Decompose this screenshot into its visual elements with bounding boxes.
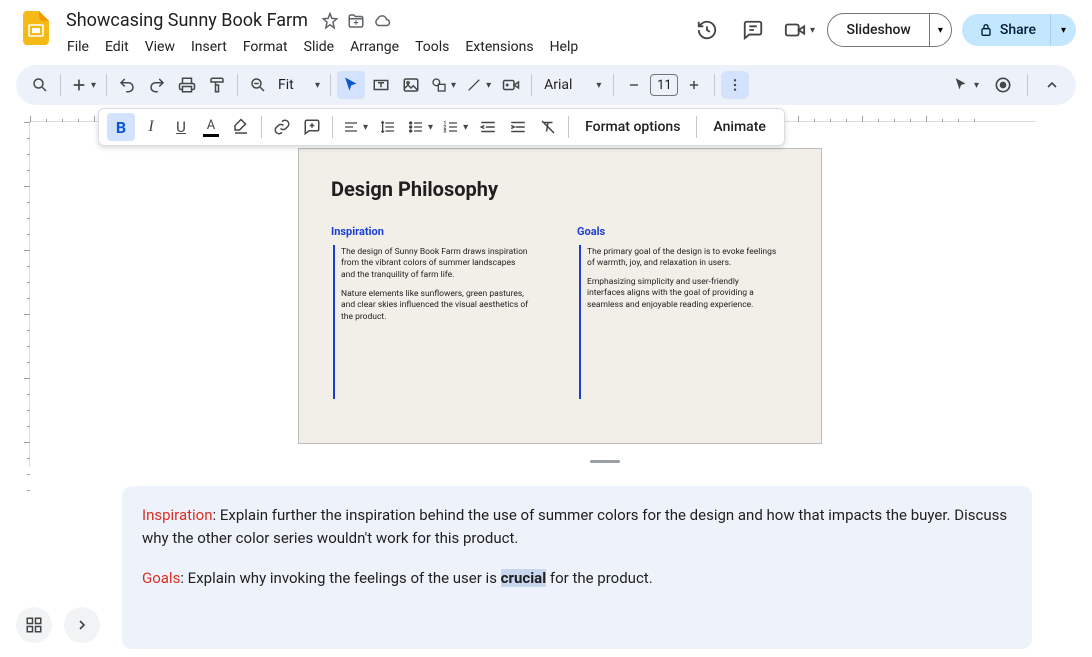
- menu-file[interactable]: File: [60, 35, 96, 59]
- share-group: Share ▾: [962, 14, 1076, 46]
- font-size-input[interactable]: 11: [650, 74, 678, 96]
- add-comment-icon[interactable]: [298, 113, 326, 141]
- slideshow-dropdown[interactable]: ▾: [929, 14, 951, 46]
- col2-p2[interactable]: Emphasizing simplicity and user-friendly…: [587, 277, 777, 311]
- font-select[interactable]: Arial▾: [538, 71, 607, 99]
- note2-selected: crucial: [501, 569, 547, 587]
- app-header: Showcasing Sunny Book Farm File Edit Vie…: [0, 0, 1092, 59]
- col2-head[interactable]: Goals: [577, 225, 605, 238]
- share-label: Share: [1000, 22, 1036, 38]
- bottom-left-nav: [16, 607, 100, 643]
- menu-edit[interactable]: Edit: [98, 35, 136, 59]
- italic-icon[interactable]: I: [137, 113, 165, 141]
- shape-icon[interactable]: ▾: [427, 71, 460, 99]
- menu-extensions[interactable]: Extensions: [458, 35, 540, 59]
- canvas-area: Design Philosophy Inspiration Goals The …: [0, 106, 1092, 657]
- menu-format[interactable]: Format: [236, 35, 295, 59]
- cloud-icon[interactable]: [372, 11, 392, 31]
- comments-icon[interactable]: [735, 12, 771, 48]
- ruler-vertical: [14, 122, 30, 467]
- font-inc-icon[interactable]: [680, 71, 708, 99]
- line-icon[interactable]: ▾: [462, 71, 495, 99]
- note2-b: for the product.: [546, 569, 653, 587]
- menu-tools[interactable]: Tools: [408, 35, 456, 59]
- history-icon[interactable]: [689, 12, 725, 48]
- highlight-icon[interactable]: [227, 113, 255, 141]
- slides-logo[interactable]: [16, 8, 56, 48]
- speaker-notes[interactable]: Inspiration: Explain further the inspira…: [122, 486, 1032, 649]
- search-icon[interactable]: [26, 71, 54, 99]
- slideshow-button[interactable]: Slideshow: [828, 14, 928, 46]
- doc-title[interactable]: Showcasing Sunny Book Farm: [60, 8, 314, 33]
- line-spacing-icon[interactable]: [374, 113, 402, 141]
- meet-icon[interactable]: ▾: [781, 12, 817, 48]
- clear-format-icon[interactable]: [534, 113, 562, 141]
- zoom-icon[interactable]: [244, 71, 272, 99]
- print-icon[interactable]: [173, 71, 201, 99]
- number-list-icon[interactable]: 123▾: [439, 113, 472, 141]
- align-icon[interactable]: ▾: [339, 113, 372, 141]
- slideshow-group: Slideshow ▾: [827, 13, 951, 47]
- format-options-button[interactable]: Format options: [575, 119, 690, 135]
- col1-head[interactable]: Inspiration: [331, 225, 384, 238]
- main-toolbar: ▾ Fit▾ ▾ ▾ Arial▾ 11 ▾: [16, 65, 1076, 105]
- underline-icon[interactable]: U: [167, 113, 195, 141]
- menu-help[interactable]: Help: [543, 35, 586, 59]
- grid-view-icon[interactable]: [16, 607, 52, 643]
- col1-p1[interactable]: The design of Sunny Book Farm draws insp…: [341, 247, 531, 281]
- animate-button[interactable]: Animate: [703, 119, 775, 135]
- record-icon[interactable]: [989, 71, 1017, 99]
- share-dropdown[interactable]: ▾: [1050, 14, 1076, 46]
- redo-icon[interactable]: [143, 71, 171, 99]
- link-icon[interactable]: [268, 113, 296, 141]
- paint-format-icon[interactable]: [203, 71, 231, 99]
- indent-inc-icon[interactable]: [504, 113, 532, 141]
- menu-view[interactable]: View: [138, 35, 182, 59]
- undo-icon[interactable]: [113, 71, 141, 99]
- star-icon[interactable]: [320, 11, 340, 31]
- zoom-select[interactable]: Fit▾: [274, 71, 324, 99]
- menu-slide[interactable]: Slide: [297, 35, 341, 59]
- svg-text:3: 3: [444, 128, 447, 134]
- text-format-toolbar: B I U A ▾ ▾ 123▾ Format options Animate: [98, 108, 785, 146]
- note2-a: : Explain why invoking the feelings of t…: [180, 569, 500, 587]
- image-icon[interactable]: [397, 71, 425, 99]
- col1-p2[interactable]: Nature elements like sunflowers, green p…: [341, 289, 531, 323]
- bold-icon[interactable]: B: [107, 113, 135, 141]
- select-tool-icon[interactable]: [337, 71, 365, 99]
- note1-label: Inspiration: [142, 506, 213, 524]
- cursor-mode-icon[interactable]: ▾: [948, 71, 983, 99]
- font-dec-icon[interactable]: [620, 71, 648, 99]
- text-color-icon[interactable]: A: [197, 113, 225, 141]
- bullet-list-icon[interactable]: ▾: [404, 113, 437, 141]
- slide[interactable]: Design Philosophy Inspiration Goals The …: [298, 148, 822, 444]
- more-icon[interactable]: [721, 71, 749, 99]
- next-icon[interactable]: [64, 607, 100, 643]
- accent-line-2: [579, 245, 581, 399]
- slide-title[interactable]: Design Philosophy: [331, 177, 498, 201]
- menu-insert[interactable]: Insert: [184, 35, 234, 59]
- note2-label: Goals: [142, 569, 180, 587]
- share-button[interactable]: Share: [962, 14, 1050, 46]
- collapse-icon[interactable]: [1038, 71, 1066, 99]
- new-slide-button[interactable]: ▾: [67, 71, 100, 99]
- textbox-icon[interactable]: [367, 71, 395, 99]
- video-cam-icon[interactable]: [497, 71, 525, 99]
- col2-p1[interactable]: The primary goal of the design is to evo…: [587, 247, 777, 270]
- note1-text: : Explain further the inspiration behind…: [142, 506, 1007, 547]
- menubar: File Edit View Insert Format Slide Arran…: [60, 35, 689, 59]
- accent-line-1: [333, 245, 335, 399]
- indent-dec-icon[interactable]: [474, 113, 502, 141]
- move-icon[interactable]: [346, 11, 366, 31]
- notes-resize-handle[interactable]: [590, 460, 620, 463]
- menu-arrange[interactable]: Arrange: [343, 35, 406, 59]
